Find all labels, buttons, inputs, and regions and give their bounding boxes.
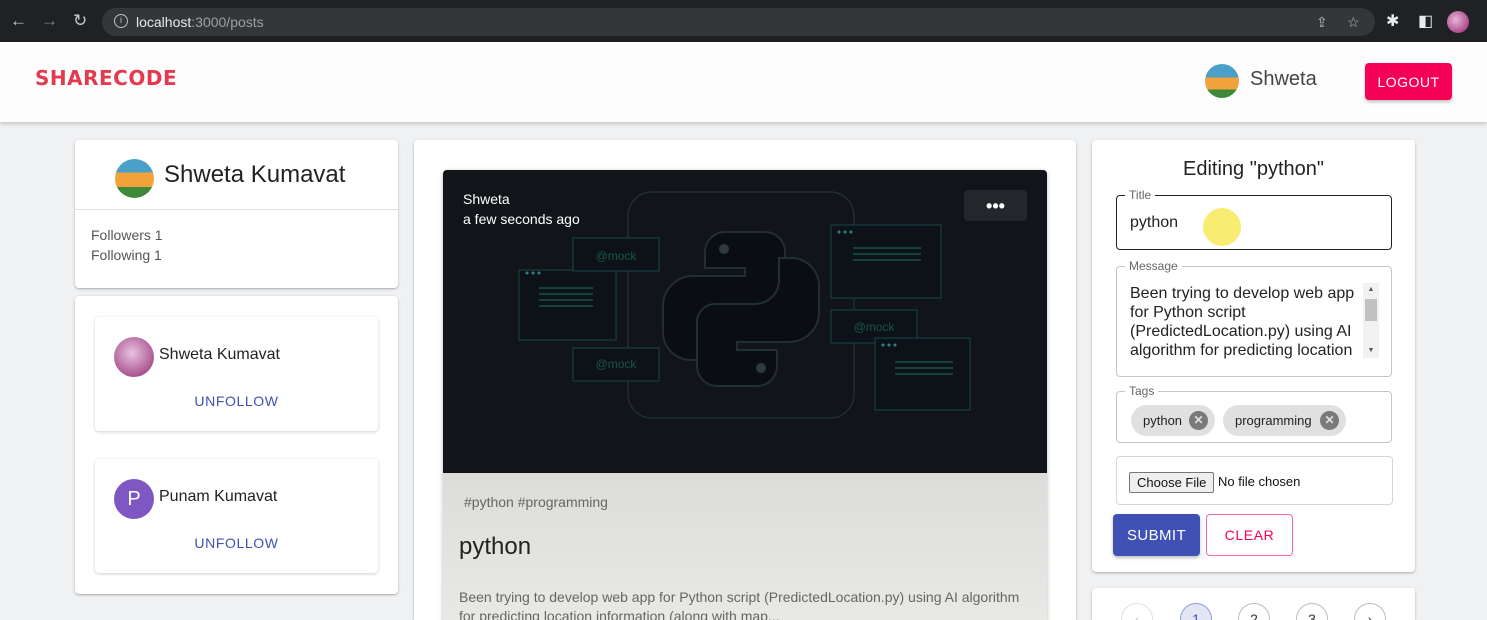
avatar: P <box>114 479 154 519</box>
remove-tag-icon[interactable]: ✕ <box>1320 411 1339 430</box>
scroll-up-icon[interactable]: ▲ <box>1363 283 1379 297</box>
choose-file-button[interactable]: Choose File <box>1129 472 1215 493</box>
scrollbar[interactable]: ▲ ▼ <box>1363 283 1379 358</box>
url-text: localhost:3000/posts <box>136 14 264 30</box>
submit-button[interactable]: SUBMIT <box>1113 514 1200 556</box>
title-field[interactable]: Title <box>1116 188 1392 250</box>
scroll-down-icon[interactable]: ▼ <box>1363 344 1379 358</box>
post-card[interactable]: @mock @mock @mock Shweta a few seconds a… <box>443 170 1047 620</box>
tag-chip-label: programming <box>1235 413 1312 428</box>
profile-name: Shweta Kumavat <box>164 161 346 188</box>
app-bar: SHARECODE Shweta LOGOUT <box>0 42 1487 122</box>
message-field[interactable]: Message Been trying to develop web app f… <box>1116 259 1392 377</box>
back-icon[interactable]: ← <box>10 11 27 31</box>
tag-chip: programming ✕ <box>1223 405 1346 436</box>
profile-avatar <box>115 159 154 198</box>
prev-page-icon[interactable]: ‹ <box>1121 603 1153 620</box>
title-input[interactable] <box>1130 214 1370 232</box>
tag-chip: python ✕ <box>1131 405 1215 436</box>
logout-button[interactable]: LOGOUT <box>1365 63 1452 100</box>
post-image: @mock @mock @mock Shweta a few seconds a… <box>443 170 1047 473</box>
follow-item: P Punam Kumavat UNFOLLOW <box>95 459 378 573</box>
side-panel-icon[interactable]: ◧ <box>1418 11 1433 31</box>
remove-tag-icon[interactable]: ✕ <box>1189 411 1208 430</box>
url-path: :3000/posts <box>191 14 264 30</box>
message-textarea[interactable]: Been trying to develop web app for Pytho… <box>1130 284 1366 360</box>
site-info-icon[interactable]: i <box>114 14 128 28</box>
following-list: Shweta Kumavat UNFOLLOW P Punam Kumavat … <box>75 296 398 594</box>
followers-count: Followers 1 <box>91 227 163 243</box>
reload-icon[interactable]: ↻ <box>73 11 87 31</box>
tags-field[interactable]: Tags python ✕ programming ✕ <box>1116 384 1392 443</box>
post-title: python <box>459 533 532 560</box>
forward-icon[interactable]: → <box>41 11 58 31</box>
file-status: No file chosen <box>1218 474 1301 489</box>
browser-toolbar: ← → ↻ i localhost:3000/posts ⇪ ☆ ✱ ◧ <box>0 0 1487 42</box>
follow-item-name: Shweta Kumavat <box>159 346 280 363</box>
unfollow-button[interactable]: UNFOLLOW <box>185 529 288 557</box>
following-count: Following 1 <box>91 247 162 263</box>
post-tags: #python #programming <box>464 494 608 510</box>
share-icon[interactable]: ⇪ <box>1316 14 1328 31</box>
page-button-1[interactable]: 1 <box>1180 603 1212 620</box>
page-button-2[interactable]: 2 <box>1238 603 1270 620</box>
profile-card: Shweta Kumavat Followers 1 Following 1 <box>75 140 398 288</box>
browser-profile-avatar[interactable] <box>1447 11 1469 33</box>
user-avatar <box>1205 64 1239 98</box>
page-button-3[interactable]: 3 <box>1296 603 1328 620</box>
url-host: localhost <box>136 14 192 30</box>
post-timestamp: a few seconds ago <box>463 211 580 227</box>
next-page-icon[interactable]: › <box>1354 603 1386 620</box>
follow-item: Shweta Kumavat UNFOLLOW <box>95 317 378 431</box>
user-name: Shweta <box>1250 68 1317 90</box>
follow-item-name: Punam Kumavat <box>159 488 278 505</box>
brand-logo[interactable]: SHARECODE <box>35 66 177 90</box>
more-options-icon[interactable]: ••• <box>964 190 1027 221</box>
divider <box>75 209 398 210</box>
clear-button[interactable]: CLEAR <box>1206 514 1293 556</box>
edit-post-form: Editing "python" Title Message Been tryi… <box>1092 140 1415 572</box>
scrollbar-thumb[interactable] <box>1365 299 1377 321</box>
message-label: Message <box>1125 259 1182 273</box>
unfollow-button[interactable]: UNFOLLOW <box>185 387 288 415</box>
title-label: Title <box>1125 188 1156 202</box>
address-bar[interactable]: i localhost:3000/posts ⇪ ☆ <box>102 8 1375 36</box>
pagination: ‹ 1 2 3 › <box>1092 588 1415 620</box>
bookmark-star-icon[interactable]: ☆ <box>1347 14 1360 31</box>
extensions-icon[interactable]: ✱ <box>1386 11 1399 31</box>
file-upload: Choose File No file chosen <box>1116 456 1393 505</box>
post-content: #python #programming python Been trying … <box>443 473 1047 620</box>
posts-container: @mock @mock @mock Shweta a few seconds a… <box>414 140 1076 620</box>
form-heading: Editing "python" <box>1183 158 1324 180</box>
post-message: Been trying to develop web app for Pytho… <box>459 589 1020 620</box>
tags-label: Tags <box>1125 384 1159 398</box>
avatar <box>114 337 154 377</box>
tag-chip-label: python <box>1143 413 1183 428</box>
post-author: Shweta <box>463 191 510 207</box>
